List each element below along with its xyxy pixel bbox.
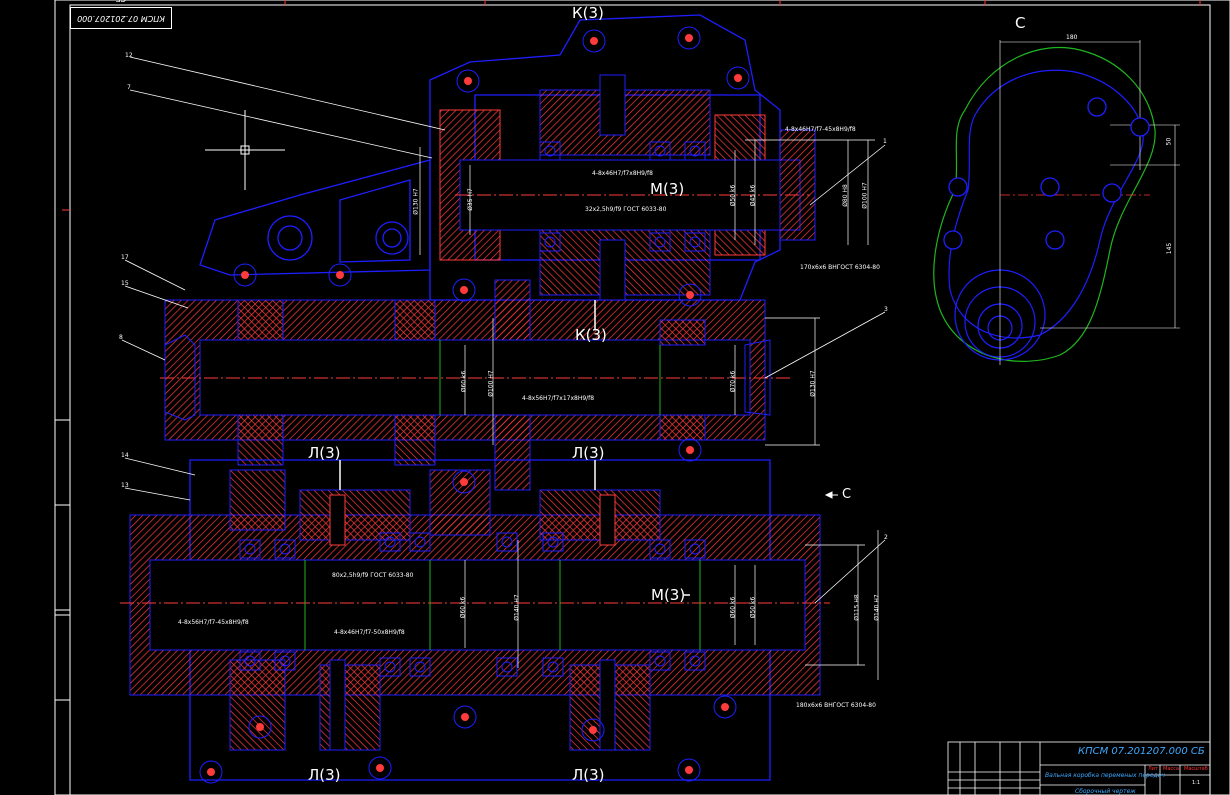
title-block-name2: Сборочный чертеж (1075, 788, 1136, 795)
position-17: 17 (121, 254, 129, 261)
dim-low-right-1: Ø60 k6 (729, 596, 737, 619)
dim-low-mid-1: Ø60 k6 (459, 596, 467, 619)
position-12: 12 (125, 52, 133, 59)
dim-low-right-2: Ø50 k6 (749, 596, 757, 619)
view-c-holes (943, 97, 1150, 250)
dim-180: 180 (1066, 34, 1078, 41)
dim-mid-left-1: Ø60 k6 (460, 370, 468, 393)
title-block-name: Вальная коробка переменых передач (1045, 772, 1165, 779)
section-label-l-bottom-right: Л(3) (572, 766, 605, 784)
note-mid-spline: 4-8x56H7/f7x17x8H9/f8 (522, 395, 595, 402)
position-7: 7 (127, 84, 131, 91)
note-lower-left: 80x2,5h9/f9 ГОСТ 6033-80 (332, 572, 414, 579)
position-8: 8 (119, 334, 123, 341)
note-upper-spline: 4-8x46H7/f7-45x8H9/f8 (785, 126, 856, 133)
dim-mid-left-2: Ø100 H7 (487, 370, 495, 397)
title-block-lit: Лит (1148, 766, 1158, 772)
rotated-stamp: КПСМ 07.201207.000 СБ (70, 0, 172, 29)
view-c-letter: С (1015, 14, 1026, 32)
note-lower-right: 180x6x6 ВНГОСТ 6304-80 (796, 702, 876, 709)
title-block-mass: Масса (1163, 766, 1179, 772)
dim-low-right-3: Ø115 H8 (853, 594, 861, 621)
note-upper-gear: 32x2,5h9/f9 ГОСТ 6033-80 (585, 206, 667, 213)
note-lower-spline-mid: 4-8x46H7/f7-50x8H9/f8 (334, 629, 405, 636)
view-arrow (824, 491, 838, 499)
title-block-scale-value: 1:1 (1192, 780, 1201, 786)
position-15: 15 (121, 280, 129, 287)
title-block-scale: Масштаб (1184, 766, 1208, 772)
upper-bracket (199, 159, 431, 276)
dim-upper-left: Ø130 H7 (412, 188, 420, 215)
title-block-code: КПСМ 07.201207.000 СБ (1078, 746, 1205, 757)
section-label-l-left: Л(3) (308, 444, 341, 462)
position-3: 3 (884, 306, 888, 313)
dim-50: 50 (1165, 137, 1173, 146)
dim-upper-right-3: Ø80 H8 (841, 184, 849, 207)
dim-low-right-4: Ø140 H7 (873, 594, 881, 621)
dim-upper-right-1: Ø50 k6 (729, 184, 737, 207)
note-lower-spline-left: 4-8x56H7/f7-45x8H9/f8 (178, 619, 249, 626)
dim-upper-right-2: Ø45 k6 (749, 184, 757, 207)
section-label-l-right: Л(3) (572, 444, 605, 462)
assembly-drawing (54, 0, 1230, 795)
dim-mid-right-2: Ø130 H7 (809, 370, 817, 397)
section-label-l-bottom-left: Л(3) (308, 766, 341, 784)
position-2: 2 (884, 534, 888, 541)
position-13: 13 (121, 482, 129, 489)
dim-low-mid-2: Ø140 H7 (513, 594, 521, 621)
note-upper-spline-mid: 4-8x46H7/f7x8H9/f8 (592, 170, 653, 177)
dim-upper-mid: Ø35 H7 (466, 188, 474, 211)
view-arrow-label: С (842, 487, 852, 502)
middle-shaft-assembly (160, 279, 790, 491)
dim-upper-right-4: Ø100 H7 (861, 182, 869, 209)
section-label-k-top: К(3) (572, 4, 604, 22)
section-label-k-mid: К(3) (575, 326, 607, 344)
dim-mid-right-1: Ø70 k6 (729, 370, 737, 393)
position-14: 14 (121, 452, 129, 459)
section-label-m-lower: М(3) (651, 586, 686, 604)
view-c (933, 40, 1180, 365)
note-upper-right: 170x6x6 ВНГОСТ 6304-80 (800, 264, 880, 271)
dim-145: 145 (1166, 242, 1174, 255)
section-label-m-upper: М(3) (650, 180, 685, 198)
upper-shaft-assembly (439, 74, 816, 301)
position-1: 1 (883, 138, 887, 145)
